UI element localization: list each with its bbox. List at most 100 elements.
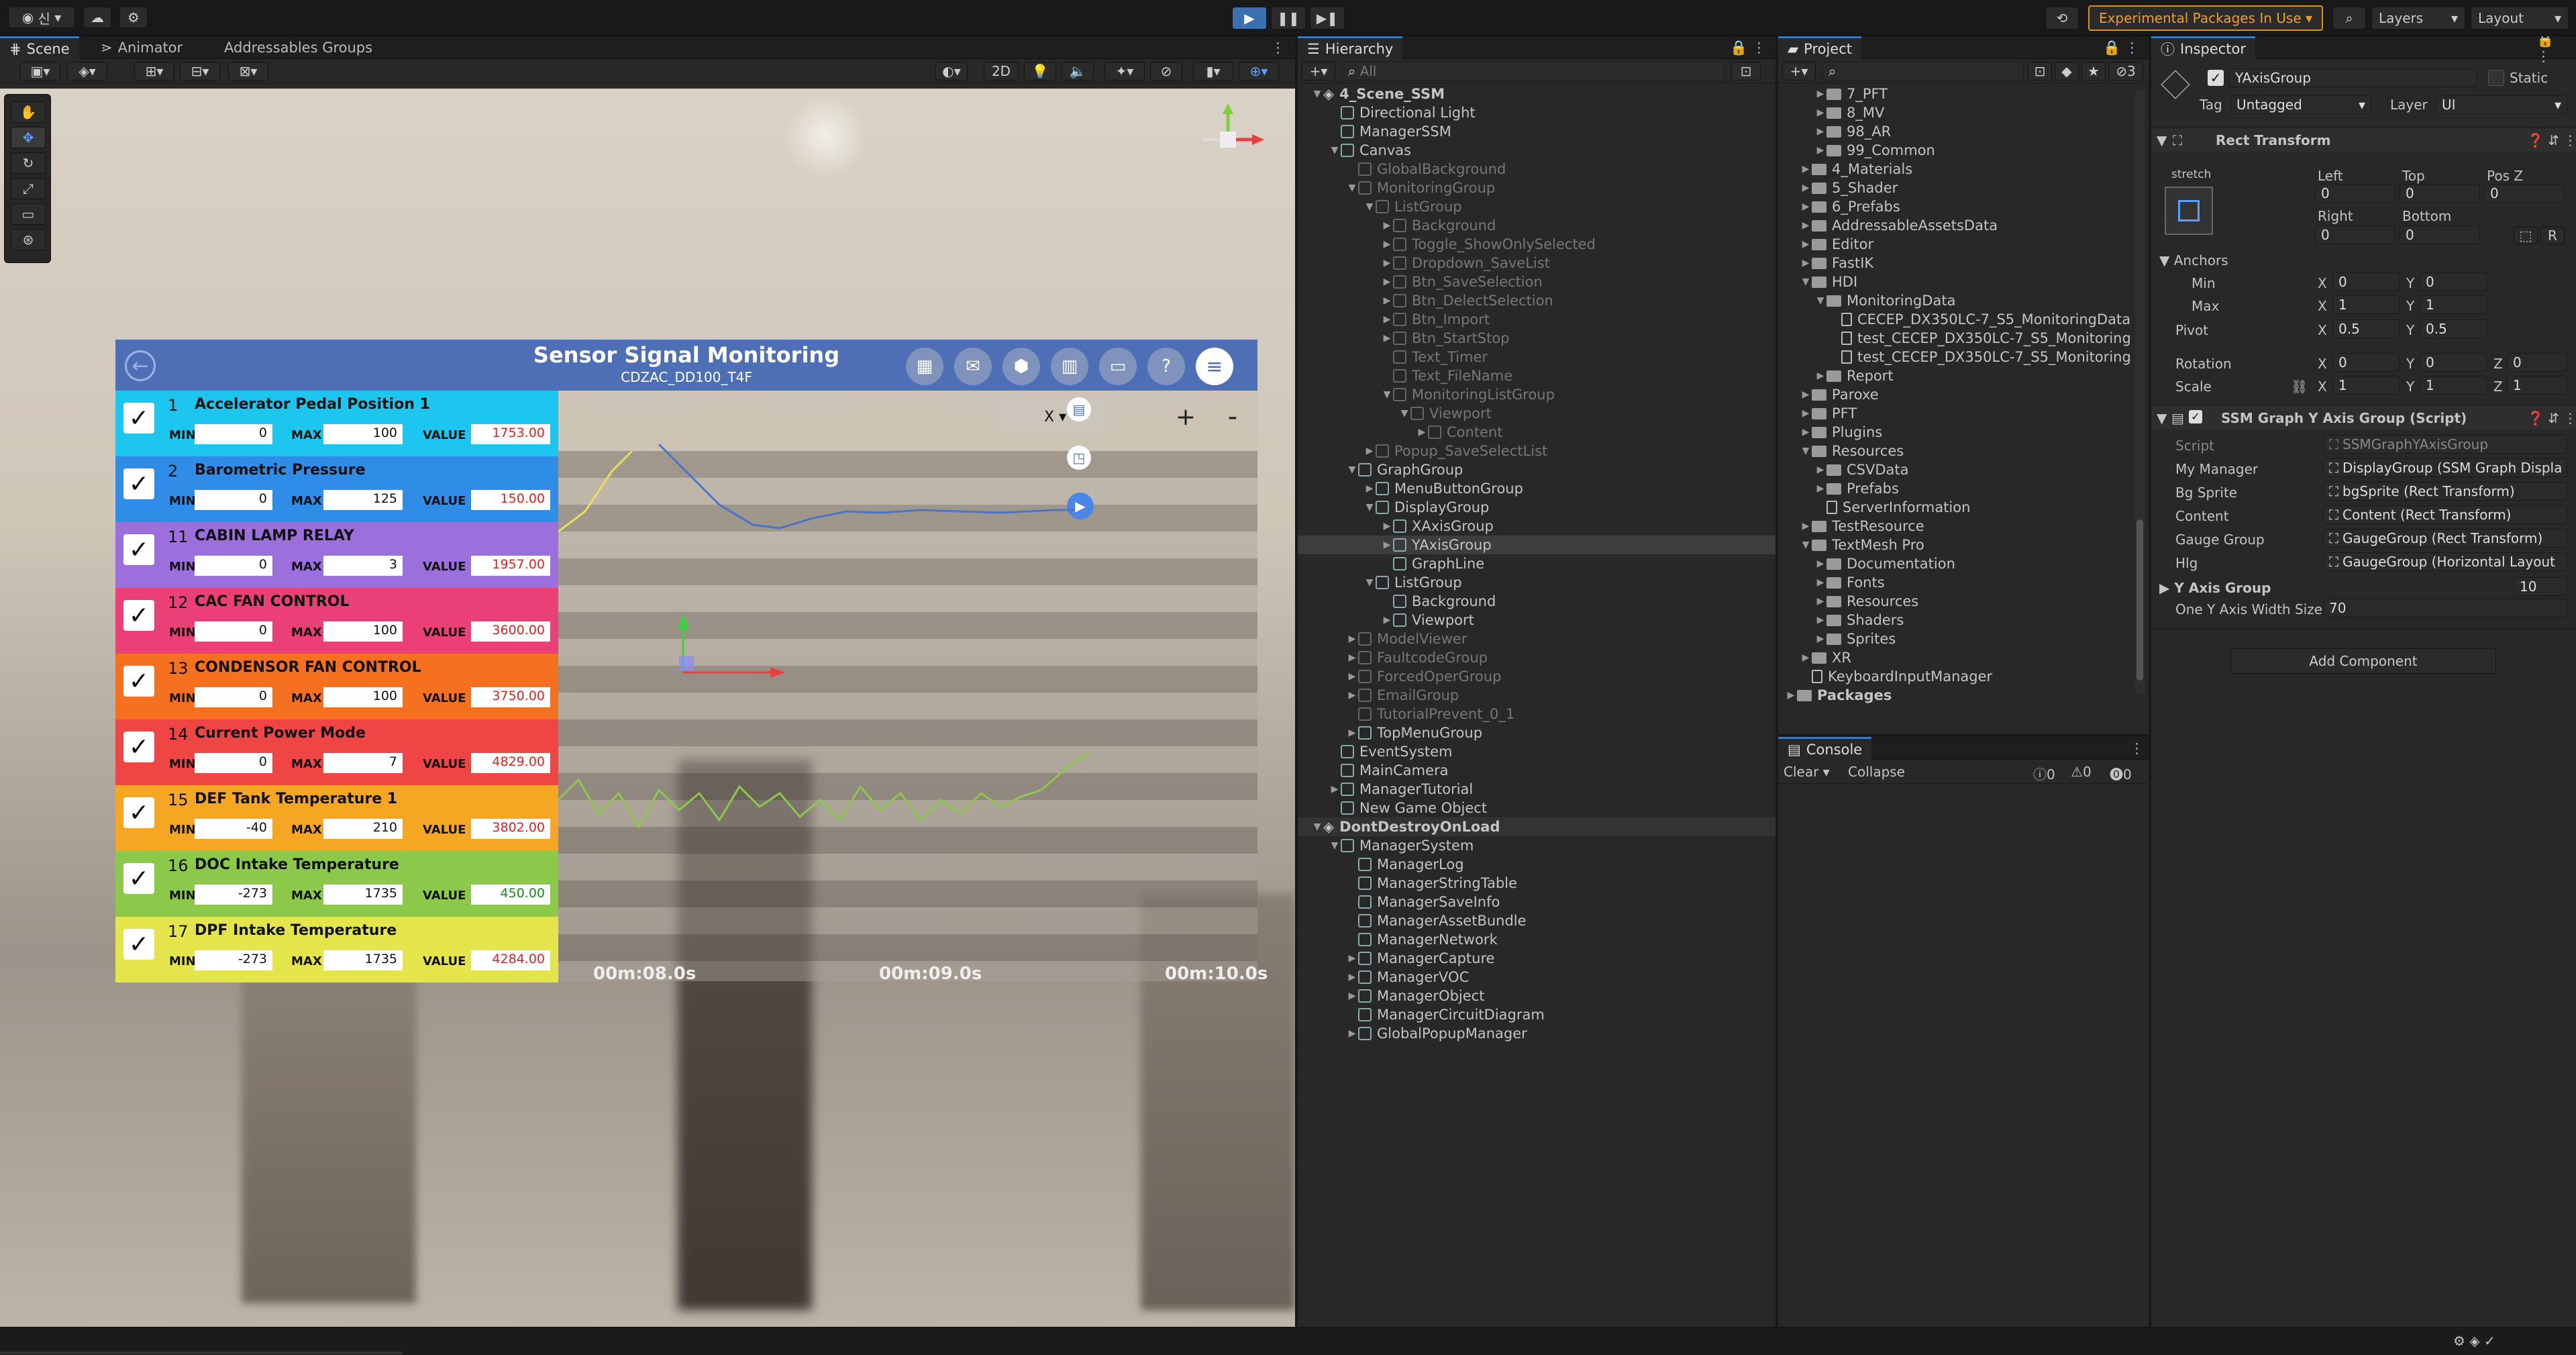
foldout-arrow-icon[interactable]: ▶ <box>1381 239 1393 250</box>
hierarchy-item[interactable]: ▶ ManagerVOC <box>1298 968 1775 987</box>
foldout-arrow-icon[interactable]: ▶ <box>1363 483 1376 494</box>
component-menu-icon[interactable]: ❓ ⇵ ⋮ <box>2527 132 2576 148</box>
foldout-arrow-icon[interactable]: ▶ <box>1381 615 1393 625</box>
foldout-arrow-icon[interactable]: ▼ <box>1363 502 1376 513</box>
anchors-foldout[interactable]: ▼ Anchors <box>2159 252 2228 268</box>
hierarchy-item[interactable]: ▼ ListGroup <box>1298 197 1775 216</box>
project-item[interactable]: ▼ HDI <box>1778 272 2134 291</box>
hierarchy-item[interactable]: TutorialPrevent_0_1 <box>1298 705 1775 723</box>
foldout-arrow-icon[interactable]: ▼ <box>1311 89 1323 99</box>
foldout-arrow-icon[interactable]: ▶ <box>1346 652 1358 663</box>
foldout-arrow-icon[interactable]: ▶ <box>1814 89 1826 99</box>
foldout-arrow-icon[interactable]: ▶ <box>1800 239 1812 250</box>
tab-animator[interactable]: ⋗ Animator <box>91 36 192 59</box>
tab-addressables[interactable]: Addressables Groups <box>215 36 382 59</box>
foldout-arrow-icon[interactable]: ▶ <box>1800 201 1812 212</box>
scale-y-input[interactable]: 1 <box>2420 376 2487 395</box>
signal-checkbox[interactable]: ✓ <box>123 468 154 499</box>
hierarchy-item[interactable]: ▼ GraphGroup <box>1298 460 1775 479</box>
foldout-arrow-icon[interactable]: ▶ <box>1814 126 1826 137</box>
left-input[interactable]: 0 <box>2315 184 2395 203</box>
camera-icon[interactable]: ▮▾ <box>1193 62 1233 81</box>
max-input[interactable]: 100 <box>323 621 403 642</box>
signal-checkbox[interactable]: ✓ <box>123 863 154 894</box>
project-item[interactable]: ServerInformation <box>1778 498 2134 517</box>
project-item[interactable]: test_CECEP_DX350LC-7_S5_Monitoring <box>1778 348 2134 366</box>
monitor-icon[interactable]: ▭ <box>1099 348 1137 385</box>
project-item[interactable]: ▶ 6_Prefabs <box>1778 197 2134 216</box>
scene-viewport[interactable]: ✋ ✥ ↻ ⤢ ▭ ⊛ ← Sensor Signal Monitoring C… <box>0 89 1295 1327</box>
signal-checkbox[interactable]: ✓ <box>123 929 154 960</box>
scale-tool-icon[interactable]: ⤢ <box>11 178 46 199</box>
project-item[interactable]: ▶ Fonts <box>1778 573 2134 592</box>
top-input[interactable]: 0 <box>2400 184 2480 203</box>
email-icon[interactable]: ✉ <box>954 348 992 385</box>
foldout-arrow-icon[interactable]: ▼ <box>1381 389 1393 400</box>
hierarchy-item[interactable]: ▼ MonitoringListGroup <box>1298 385 1775 404</box>
project-item[interactable]: ▼ MonitoringData <box>1778 291 2134 310</box>
layout-dropdown[interactable]: Layout ▾ <box>2471 7 2569 30</box>
chart-icon[interactable]: ▥ <box>1051 348 1088 385</box>
foldout-arrow-icon[interactable]: ▶ <box>1381 277 1393 287</box>
collapse-button[interactable]: Collapse <box>1848 764 1905 780</box>
hidden-packages-icon[interactable]: ⊘3 <box>2108 62 2143 81</box>
scene-search-icon[interactable]: ⊡ <box>1731 62 1761 81</box>
hierarchy-item[interactable]: ▶ Toggle_ShowOnlySelected <box>1298 235 1775 254</box>
pivot-y-input[interactable]: 0.5 <box>2420 319 2487 338</box>
project-item[interactable]: ▶ CSVData <box>1778 460 2134 479</box>
max-input[interactable]: 210 <box>323 819 403 839</box>
foldout-arrow-icon[interactable]: ▶ <box>1329 784 1341 795</box>
rect-tool-icon[interactable]: ▭ <box>11 203 46 225</box>
rotation-z-input[interactable]: 0 <box>2507 353 2567 372</box>
lighting-icon[interactable]: 💡 <box>1024 62 1056 81</box>
tab-console[interactable]: ▤ Console <box>1778 737 1872 760</box>
filter-type-icon[interactable]: ⊡ <box>2028 62 2052 81</box>
min-input[interactable]: 0 <box>195 621 272 642</box>
project-item[interactable]: ▶ 5_Shader <box>1778 179 2134 197</box>
foldout-arrow-icon[interactable]: ▶ <box>1346 1028 1358 1039</box>
lock-icon[interactable]: 🔒 ⋮ <box>2527 36 2576 64</box>
foldout-arrow-icon[interactable]: ▶ <box>1346 634 1358 644</box>
hierarchy-item[interactable]: ▶ Btn_DelectSelection <box>1298 291 1775 310</box>
foldout-arrow-icon[interactable]: ▶ <box>1814 464 1826 475</box>
project-item[interactable]: CECEP_DX350LC-7_S5_MonitoringData <box>1778 310 2134 329</box>
signal-checkbox[interactable]: ✓ <box>123 732 154 762</box>
hierarchy-item[interactable]: ▶ Background <box>1298 216 1775 235</box>
foldout-arrow-icon[interactable]: ▶ <box>1800 652 1812 663</box>
hierarchy-item[interactable]: ▶ Btn_SaveSelection <box>1298 272 1775 291</box>
foldout-arrow-icon[interactable]: ▼ <box>1329 145 1341 156</box>
project-item[interactable]: ▶ PFT <box>1778 404 2134 423</box>
foldout-arrow-icon[interactable]: ▶ <box>1363 446 1376 456</box>
static-checkbox[interactable] <box>2488 70 2504 86</box>
hierarchy-item[interactable]: GraphLine <box>1298 554 1775 573</box>
project-item[interactable]: ▶ Plugins <box>1778 423 2134 442</box>
hierarchy-item[interactable]: ManagerStringTable <box>1298 874 1775 893</box>
foldout-arrow-icon[interactable]: ▼ <box>1311 821 1323 832</box>
favorite-icon[interactable]: ★ <box>2081 62 2106 81</box>
foldout-arrow-icon[interactable]: ▼ <box>1363 577 1376 588</box>
foldout-arrow-icon[interactable]: ▼ <box>1800 277 1812 287</box>
foldout-arrow-icon[interactable]: ▶ <box>1814 483 1826 494</box>
add-icon[interactable]: +▾ <box>1302 62 1335 81</box>
draw-mode-icon[interactable]: ▣▾ <box>20 62 60 81</box>
hierarchy-item[interactable]: ▼ Viewport <box>1298 404 1775 423</box>
signal-checkbox[interactable]: ✓ <box>123 666 154 697</box>
tab-scene[interactable]: ⋕ Scene <box>0 36 79 59</box>
project-item[interactable]: ▶ Documentation <box>1778 554 2134 573</box>
foldout-arrow-icon[interactable]: ▶ <box>1814 370 1826 381</box>
pivot-x-input[interactable]: 0.5 <box>2332 319 2400 338</box>
hierarchy-item[interactable]: ▶ Btn_StartStop <box>1298 329 1775 348</box>
project-item[interactable]: ▶ 7_PFT <box>1778 85 2134 103</box>
width-size-input[interactable]: 70 <box>2323 599 2567 617</box>
foldout-arrow-icon[interactable]: ▶ <box>1814 577 1826 588</box>
project-item[interactable]: ▶ Editor <box>1778 235 2134 254</box>
min-input[interactable]: 0 <box>195 753 272 773</box>
foldout-arrow-icon[interactable]: ▶ <box>1381 521 1393 532</box>
foldout-arrow-icon[interactable]: ▶ <box>1346 953 1358 964</box>
min-input[interactable]: -273 <box>195 950 272 970</box>
foldout-arrow-icon[interactable]: ▶ <box>1800 389 1812 400</box>
signal-row[interactable]: ✓ 13 CONDENSOR FAN CONTROL MIN 0 MAX 100 VALUE 3… <box>115 654 558 719</box>
foldout-arrow-icon[interactable]: ▶ <box>1814 596 1826 607</box>
project-item[interactable]: KeyboardInputManager <box>1778 667 2134 686</box>
min-input[interactable]: 0 <box>195 556 272 576</box>
